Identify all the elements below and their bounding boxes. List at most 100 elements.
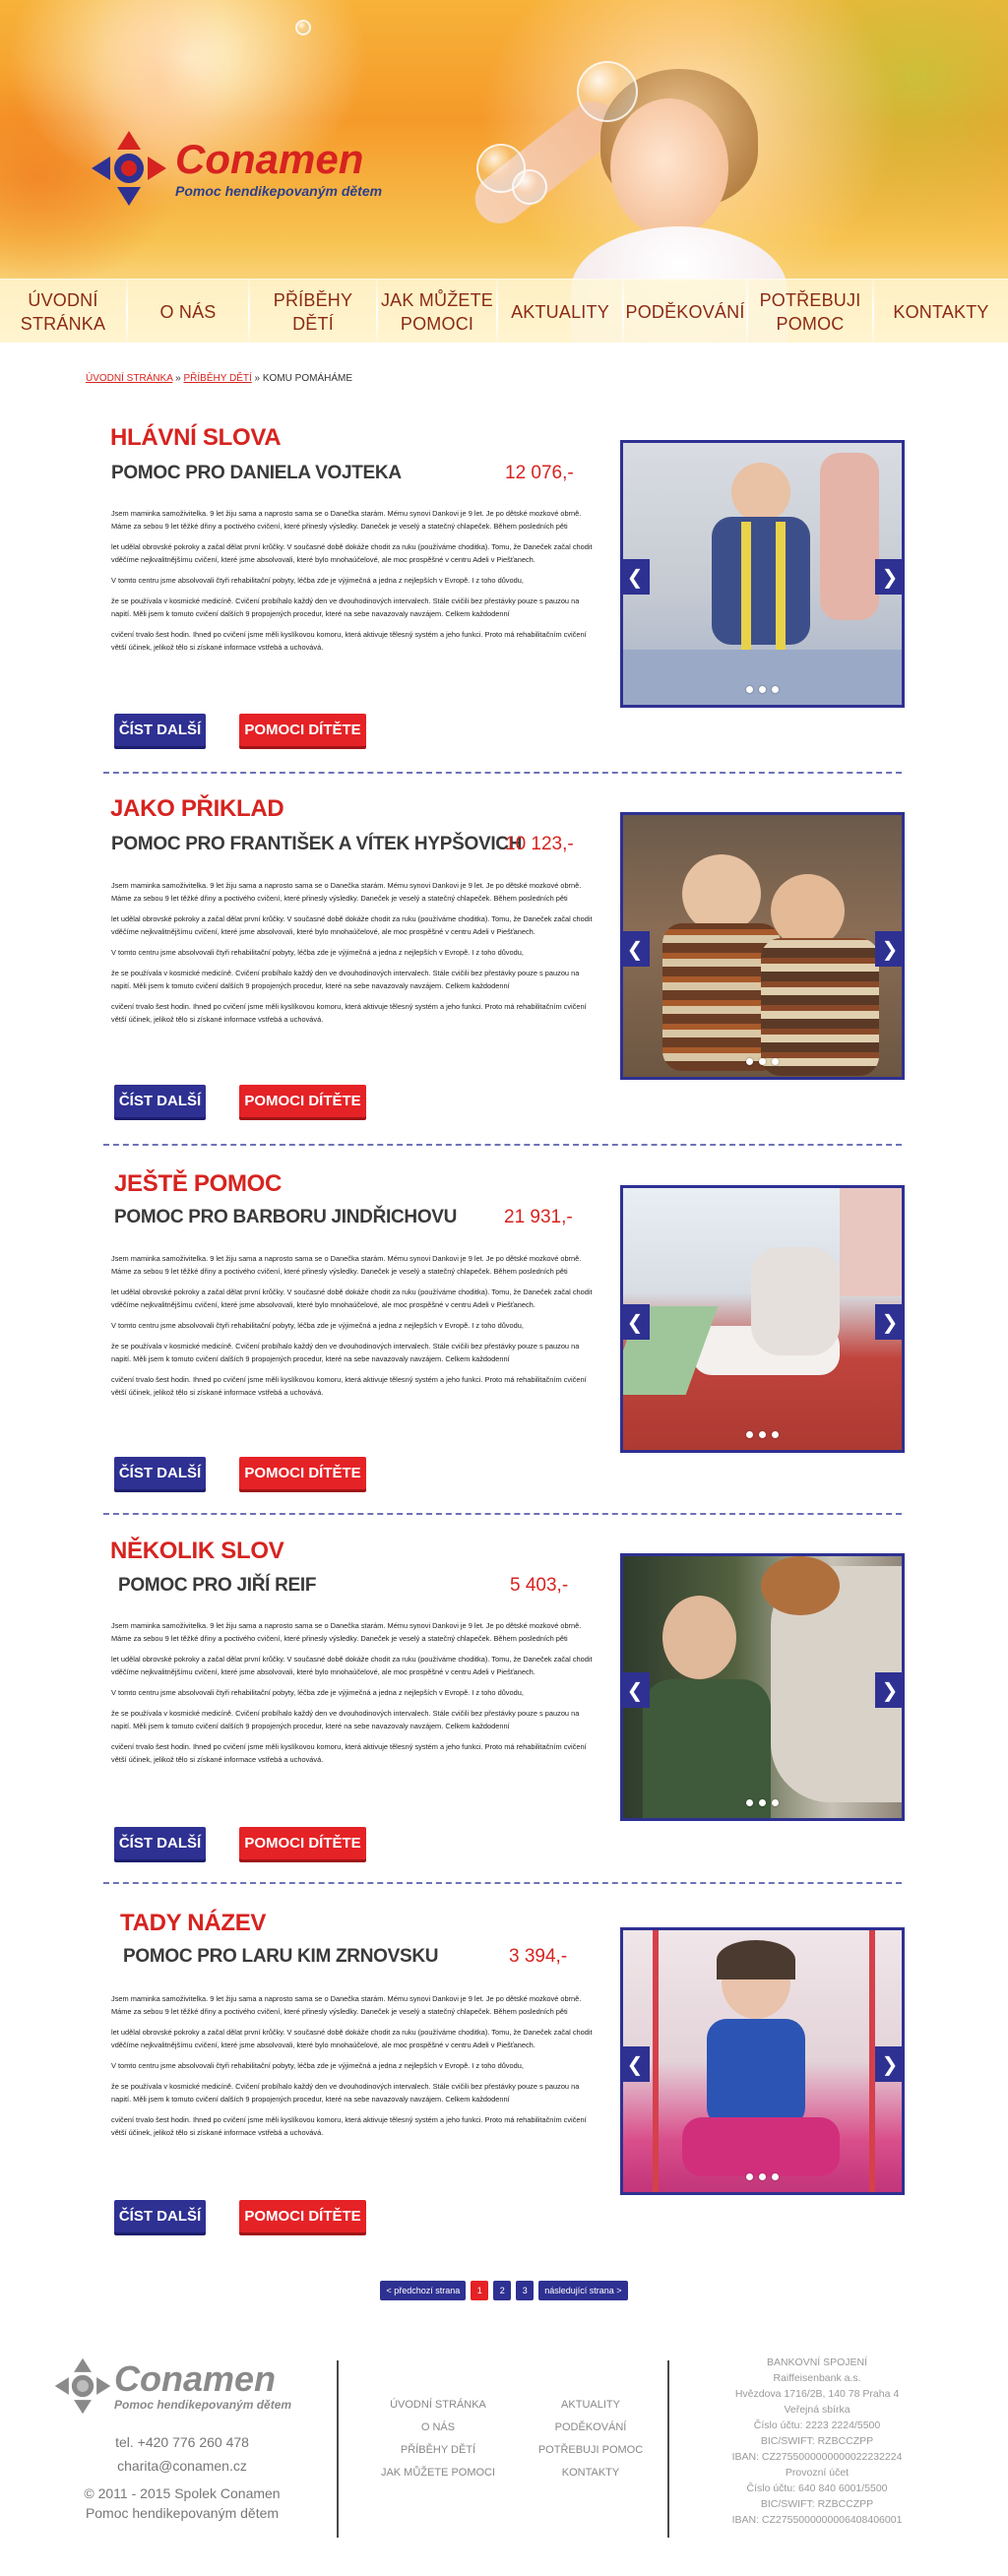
article-paragraph: cvičení trvalo šest hodin. Ihned po cvič… xyxy=(111,1375,587,1397)
pagination-next-button[interactable]: následující strana > xyxy=(538,2281,628,2300)
footer-logo[interactable]: Conamen Pomoc hendikepovaným dětem xyxy=(51,2355,291,2418)
footer-logo-tagline: Pomoc hendikepovaným dětem xyxy=(114,2398,292,2412)
article-body: Jsem maminka samoživitelka. 9 let žiju s… xyxy=(111,1992,594,2147)
article-title: TADY NÁZEV xyxy=(120,1910,267,1936)
article-paragraph: V tomto centru jsme absolvovali čtyři re… xyxy=(111,576,524,585)
slider-dot[interactable] xyxy=(772,2173,779,2180)
bank-line: Číslo účtu: 2223 2224/5500 xyxy=(753,2419,881,2431)
pagination-page[interactable]: 2 xyxy=(493,2281,512,2300)
nav-item-home[interactable]: ÚVODNÍ STRÁNKA xyxy=(0,280,126,343)
breadcrumb-stories-link[interactable]: PŘÍBĚHY DĚTÍ xyxy=(183,373,251,384)
slider-dots xyxy=(623,1799,902,1806)
bank-line: BIC/SWIFT: RZBCCZPP xyxy=(760,2435,874,2447)
help-child-button[interactable]: POMOCI DÍTĚTE xyxy=(239,1085,366,1117)
slider-prev-arrow-icon[interactable]: ❮ xyxy=(623,2046,650,2082)
article-paragraph: let udělal obrovské pokroky a začal děla… xyxy=(111,542,593,564)
pagination-prev-button[interactable]: < předchozí strana xyxy=(380,2281,467,2300)
article-title: JAKO PŘIKLAD xyxy=(110,795,284,822)
article-card: JAKO PŘIKLAD POMOC PRO FRANTIŠEK A VÍTEK… xyxy=(0,790,1008,1145)
nav-item-contacts[interactable]: KONTAKTY xyxy=(874,280,1008,343)
photo-slider: ❮ ❯ xyxy=(620,1927,905,2195)
footer-link[interactable]: PŘÍBĚHY DĚTÍ xyxy=(379,2439,497,2462)
photo-slider: ❮ ❯ xyxy=(620,440,905,708)
read-more-button[interactable]: ČÍST DALŠÍ xyxy=(114,1457,206,1489)
slider-next-arrow-icon[interactable]: ❯ xyxy=(875,2046,902,2082)
footer-link[interactable]: PODĚKOVÁNÍ xyxy=(522,2417,660,2439)
help-child-button[interactable]: POMOCI DÍTĚTE xyxy=(239,714,366,746)
bubble xyxy=(295,20,311,35)
slider-dot[interactable] xyxy=(759,1799,766,1806)
slider-dot[interactable] xyxy=(772,1058,779,1065)
slider-dot[interactable] xyxy=(746,2173,753,2180)
article-amount: 21 931,- xyxy=(504,1207,573,1227)
read-more-button[interactable]: ČÍST DALŠÍ xyxy=(114,1085,206,1117)
slider-dots xyxy=(623,2173,902,2180)
article-divider xyxy=(103,1882,902,1884)
breadcrumb-separator: » xyxy=(175,373,181,384)
pagination-page[interactable]: 3 xyxy=(516,2281,535,2300)
slider-dot[interactable] xyxy=(746,1058,753,1065)
logo-name: Conamen xyxy=(175,136,364,182)
slider-photo xyxy=(623,815,902,1077)
slider-dot[interactable] xyxy=(746,1431,753,1438)
article-subtitle: POMOC PRO DANIELA VOJTEKA xyxy=(111,463,402,483)
nav-item-how-to-help[interactable]: JAK MŮŽETE POMOCI xyxy=(378,280,496,343)
article-body: Jsem maminka samoživitelka. 9 let žiju s… xyxy=(111,879,594,1034)
footer-link[interactable]: O NÁS xyxy=(379,2417,497,2439)
bank-line: BANKOVNÍ SPOJENÍ xyxy=(766,2356,868,2368)
footer-link[interactable]: ÚVODNÍ STRÁNKA xyxy=(379,2394,497,2417)
nav-item-about[interactable]: O NÁS xyxy=(128,280,248,343)
footer-link[interactable]: POTŘEBUJI POMOC xyxy=(522,2439,660,2462)
slider-dot[interactable] xyxy=(759,1431,766,1438)
article-paragraph: V tomto centru jsme absolvovali čtyři re… xyxy=(111,2061,524,2070)
article-title: HLÁVNÍ SLOVA xyxy=(110,424,282,451)
slider-dot[interactable] xyxy=(772,686,779,693)
slider-next-arrow-icon[interactable]: ❯ xyxy=(875,559,902,595)
pagination-page[interactable]: 1 xyxy=(471,2281,489,2300)
help-child-button[interactable]: POMOCI DÍTĚTE xyxy=(239,1827,366,1859)
footer: Conamen Pomoc hendikepovaným dětem tel. … xyxy=(0,2341,1008,2576)
slider-dot[interactable] xyxy=(772,1799,779,1806)
slider-dot[interactable] xyxy=(746,1799,753,1806)
slider-dot[interactable] xyxy=(759,1058,766,1065)
bank-line: IBAN: CZ2755000000000022232224 xyxy=(731,2451,903,2463)
footer-links-col2: AKTUALITY PODĚKOVÁNÍ POTŘEBUJI POMOC KON… xyxy=(522,2394,660,2484)
read-more-button[interactable]: ČÍST DALŠÍ xyxy=(114,2200,206,2232)
slider-prev-arrow-icon[interactable]: ❮ xyxy=(623,931,650,967)
read-more-button[interactable]: ČÍST DALŠÍ xyxy=(114,714,206,746)
photo-slider: ❮ ❯ xyxy=(620,812,905,1080)
footer-link[interactable]: AKTUALITY xyxy=(522,2394,660,2417)
slider-prev-arrow-icon[interactable]: ❮ xyxy=(623,559,650,595)
footer-link[interactable]: KONTAKTY xyxy=(522,2462,660,2484)
article-paragraph: cvičení trvalo šest hodin. Ihned po cvič… xyxy=(111,2115,587,2137)
nav-item-stories[interactable]: PŘÍBĚHY DĚTÍ xyxy=(250,280,376,343)
breadcrumb-home-link[interactable]: ÚVODNÍ STRÁNKA xyxy=(86,373,172,384)
breadcrumb: ÚVODNÍ STRÁNKA » PŘÍBĚHY DĚTÍ » KOMU POM… xyxy=(86,373,352,384)
help-child-button[interactable]: POMOCI DÍTĚTE xyxy=(239,2200,366,2232)
help-child-button[interactable]: POMOCI DÍTĚTE xyxy=(239,1457,366,1489)
footer-copyright-tagline: Pomoc hendikepovaným dětem xyxy=(85,2505,280,2521)
footer-email[interactable]: charita@conamen.cz xyxy=(69,2458,295,2474)
footer-phone[interactable]: tel. +420 776 260 478 xyxy=(69,2434,295,2450)
slider-dot[interactable] xyxy=(772,1431,779,1438)
slider-prev-arrow-icon[interactable]: ❮ xyxy=(623,1304,650,1340)
footer-link[interactable]: JAK MŮŽETE POMOCI xyxy=(379,2462,497,2484)
read-more-button[interactable]: ČÍST DALŠÍ xyxy=(114,1827,206,1859)
slider-dot[interactable] xyxy=(746,686,753,693)
slider-next-arrow-icon[interactable]: ❯ xyxy=(875,1672,902,1708)
footer-links-col1: ÚVODNÍ STRÁNKA O NÁS PŘÍBĚHY DĚTÍ JAK MŮ… xyxy=(379,2394,497,2484)
slider-dot[interactable] xyxy=(759,2173,766,2180)
nav-item-news[interactable]: AKTUALITY xyxy=(498,280,622,343)
slider-prev-arrow-icon[interactable]: ❮ xyxy=(623,1672,650,1708)
slider-next-arrow-icon[interactable]: ❯ xyxy=(875,1304,902,1340)
site-logo[interactable]: Conamen Pomoc hendikepovaným dětem xyxy=(87,126,382,211)
article-paragraph: cvičení trvalo šest hodin. Ihned po cvič… xyxy=(111,630,587,652)
nav-item-need-help[interactable]: POTŘEBUJI POMOC xyxy=(748,280,872,343)
article-paragraph: let udělal obrovské pokroky a začal děla… xyxy=(111,914,593,936)
bank-line: IBAN: CZ2755000000006408406001 xyxy=(731,2514,903,2526)
slider-dot[interactable] xyxy=(759,686,766,693)
slider-next-arrow-icon[interactable]: ❯ xyxy=(875,931,902,967)
bank-line: Provozní účet xyxy=(785,2467,850,2479)
bank-line: BIC/SWIFT: RZBCCZPP xyxy=(760,2498,874,2510)
nav-item-thanks[interactable]: PODĚKOVÁNÍ xyxy=(624,280,746,343)
